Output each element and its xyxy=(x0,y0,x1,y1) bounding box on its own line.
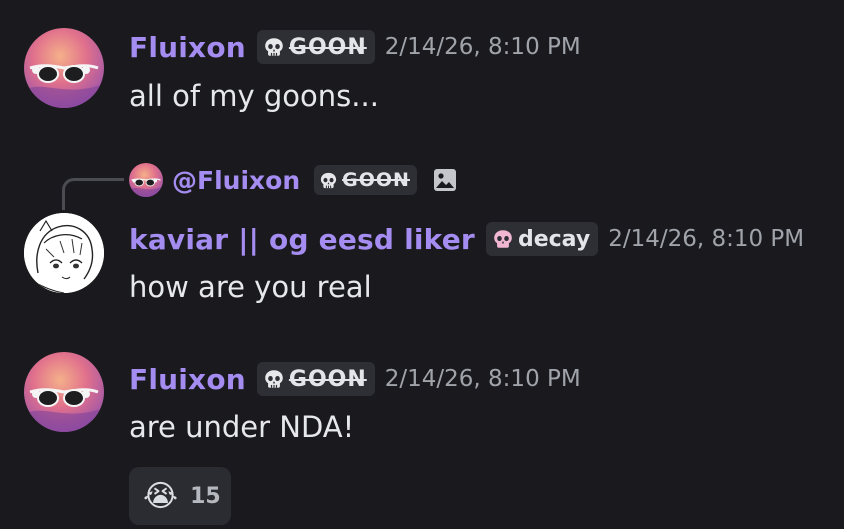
avatar-fluixon[interactable] xyxy=(24,352,104,432)
message-content: all of my goons... xyxy=(129,79,379,113)
skull-icon xyxy=(319,171,338,190)
message-header: Fluixon GOON 2/14/26, 8:10 PM xyxy=(129,27,581,67)
timestamp: 2/14/26, 8:10 PM xyxy=(384,366,581,392)
message-header: kaviar || og eesd liker decay 2/14/26, 8… xyxy=(129,219,804,259)
reaction-button[interactable]: 😭 15 xyxy=(129,467,231,525)
guild-tag-label: decay xyxy=(517,226,591,252)
avatar-kaviar[interactable] xyxy=(24,213,104,293)
reply-guild-tag: GOON xyxy=(314,165,417,195)
reply-reference[interactable]: @Fluixon GOON xyxy=(129,160,459,200)
username[interactable]: Fluixon xyxy=(129,31,246,64)
username[interactable]: Fluixon xyxy=(129,363,246,396)
avatar-fluixon[interactable] xyxy=(24,28,104,108)
guild-tag[interactable]: GOON xyxy=(256,362,375,396)
guild-tag[interactable]: decay xyxy=(485,222,599,256)
reply-connector xyxy=(62,178,124,210)
reply-mention[interactable]: @Fluixon xyxy=(172,166,300,195)
reply-guild-tag-label: GOON xyxy=(342,169,410,191)
reply-avatar xyxy=(129,163,163,197)
skull-icon xyxy=(263,36,285,58)
guild-tag-label: GOON xyxy=(288,34,367,60)
skull-icon xyxy=(492,228,514,250)
guild-tag-label: GOON xyxy=(288,366,367,392)
message-content: how are you real xyxy=(129,270,372,304)
message-header: Fluixon GOON 2/14/26, 8:10 PM xyxy=(129,359,581,399)
guild-tag[interactable]: GOON xyxy=(256,30,375,64)
timestamp: 2/14/26, 8:10 PM xyxy=(384,34,581,60)
skull-icon xyxy=(263,368,285,390)
timestamp: 2/14/26, 8:10 PM xyxy=(608,226,805,252)
message-content: are under NDA! xyxy=(129,410,355,444)
reaction-count: 15 xyxy=(190,483,221,509)
username[interactable]: kaviar || og eesd liker xyxy=(129,223,475,256)
image-icon xyxy=(431,166,459,194)
loudly-crying-face-icon: 😭 xyxy=(143,478,179,514)
